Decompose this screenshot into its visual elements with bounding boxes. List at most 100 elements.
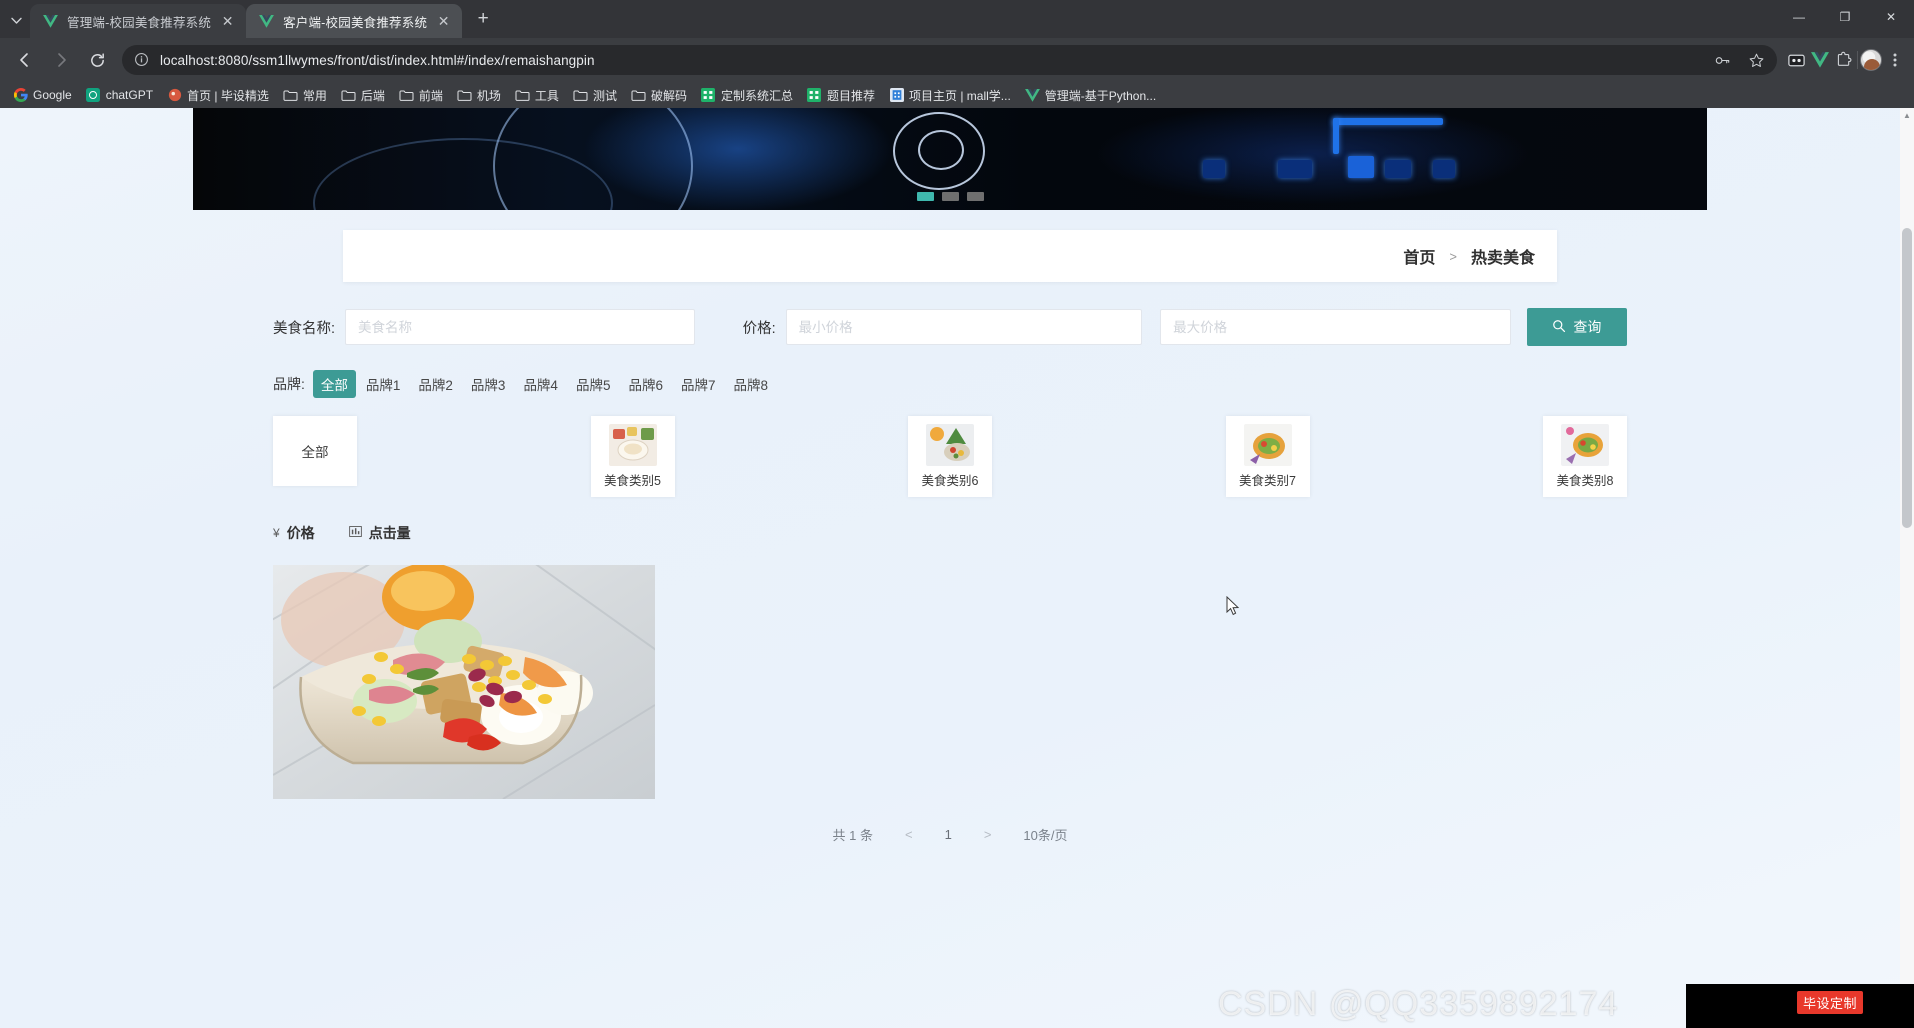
bookmark-folder-ceshi[interactable]: 测试 [566,84,624,107]
close-icon[interactable]: ✕ [435,13,452,30]
folder-icon [283,88,298,103]
folder-icon [631,88,646,103]
maximize-icon[interactable]: ❐ [1822,0,1868,34]
reading-list-icon[interactable] [1785,49,1807,71]
bookmark-label: 常用 [302,88,327,103]
sort-by-clicks[interactable]: 点击量 [348,523,411,543]
vue-devtools-icon[interactable] [1809,49,1831,71]
address-bar[interactable]: localhost:8080/ssm1llwymes/front/dist/in… [122,45,1777,75]
pagination-page-1[interactable]: 1 [945,827,952,842]
carousel-indicators[interactable] [193,192,1707,201]
bookmark-python-admin[interactable]: 管理端-基于Python... [1018,84,1163,107]
bookmark-label: Google [33,88,72,102]
scroll-up-icon[interactable]: ▲ [1900,108,1914,122]
brand-chip-6[interactable]: 品牌6 [620,370,671,398]
vue-logo-icon [1024,88,1040,103]
bookmark-google[interactable]: Google [6,85,79,106]
bookmark-folder-changyong[interactable]: 常用 [276,84,334,107]
info-circle-icon[interactable] [134,52,150,68]
browser-window: 管理端-校园美食推荐系统 ✕ 客户端-校园美食推荐系统 ✕ + — ❐ ✕ lo… [0,0,1914,1028]
bookmark-label: 管理端-基于Python... [1044,88,1157,103]
category-row: 全部 美食类别5 美食类别6 美食类别7 美食类别8 [273,416,1627,497]
browser-tab-client[interactable]: 客户端-校园美食推荐系统 ✕ [246,4,463,38]
avatar[interactable] [1860,49,1882,71]
price-min-input[interactable] [785,309,1143,345]
carousel-dot-1[interactable] [916,192,934,201]
pagination-prev[interactable]: < [903,827,915,842]
bookmark-label: 机场 [476,88,501,103]
bookmark-label: 后端 [360,88,385,103]
tab-title: 管理端-校园美食推荐系统 [67,15,212,30]
star-icon[interactable] [1745,49,1767,71]
brand-chip-7[interactable]: 品牌7 [673,370,724,398]
category-card-5[interactable]: 美食类别5 [590,416,675,497]
tab-search-button[interactable] [2,5,30,35]
bookmark-mall[interactable]: 项目主页 | mall学... [882,84,1018,107]
close-icon[interactable]: ✕ [219,13,236,30]
category-card-8[interactable]: 美食类别8 [1543,416,1627,497]
category-card-6[interactable]: 美食类别6 [908,416,992,497]
food-name-input[interactable] [345,309,695,345]
sort-by-price[interactable]: ¥ 价格 [273,523,315,543]
browser-tab-admin[interactable]: 管理端-校园美食推荐系统 ✕ [30,4,247,38]
carousel-dot-2[interactable] [941,192,959,201]
google-icon [13,88,28,103]
sort-price-label: 价格 [286,525,315,541]
pagination-next[interactable]: > [982,827,994,842]
goods-card[interactable] [273,565,655,799]
search-button[interactable]: 查询 [1526,308,1627,346]
bookmark-label: 测试 [592,88,617,103]
forward-icon[interactable] [44,43,78,77]
bookmark-folder-jichang[interactable]: 机场 [450,84,508,107]
bookmark-label: 定制系统汇总 [720,88,793,103]
site-icon [167,88,182,103]
bookmark-timutuijian[interactable]: 题目推荐 [800,84,882,107]
search-icon [1552,319,1566,336]
brand-filter-row: 品牌: 全部 品牌1 品牌2 品牌3 品牌4 品牌5 品牌6 品牌7 品牌8 [273,370,1627,398]
yen-icon: ¥ [273,526,280,540]
bookmark-folder-houduan[interactable]: 后端 [334,84,392,107]
brand-chip-8[interactable]: 品牌8 [726,370,777,398]
new-tab-button[interactable]: + [468,4,498,34]
breadcrumb-home[interactable]: 首页 [1403,244,1435,268]
close-window-icon[interactable]: ✕ [1868,0,1914,34]
browser-toolbar: localhost:8080/ssm1llwymes/front/dist/in… [0,38,1914,82]
bookmark-label: chatGPT [105,88,154,102]
bookmark-dingzhi[interactable]: 定制系统汇总 [694,84,800,107]
category-card-all[interactable]: 全部 [273,416,357,486]
bookmark-homepage[interactable]: 首页 | 毕设精选 [160,84,276,107]
bookmark-folder-gongju[interactable]: 工具 [508,84,566,107]
goods-image[interactable] [273,565,655,799]
price-max-input[interactable] [1160,309,1511,345]
profile-avatar-icon[interactable] [1860,49,1882,71]
scrollbar-thumb[interactable] [1902,228,1912,528]
category-card-7[interactable]: 美食类别7 [1225,416,1310,497]
url-text: localhost:8080/ssm1llwymes/front/dist/in… [160,52,595,68]
brand-chip-3[interactable]: 品牌3 [463,370,514,398]
pagination: 共 1 条 < 1 > 10条/页 [273,825,1627,844]
carousel-dot-3[interactable] [966,192,984,201]
minimize-icon[interactable]: — [1776,0,1822,34]
brand-chip-2[interactable]: 品牌2 [410,370,461,398]
brand-chip-5[interactable]: 品牌5 [568,370,619,398]
bookmark-folder-qianduan[interactable]: 前端 [392,84,450,107]
category-thumbnail [926,424,974,466]
brand-chip-1[interactable]: 品牌1 [358,370,409,398]
scroll-down-icon[interactable]: ▼ [1900,1014,1914,1028]
hero-carousel[interactable] [193,108,1707,210]
category-thumbnail [1561,424,1609,466]
kebab-menu-icon[interactable] [1884,49,1906,71]
extensions-puzzle-icon[interactable] [1833,49,1855,71]
reload-icon[interactable] [80,43,114,77]
brand-chip-all[interactable]: 全部 [312,370,356,398]
vertical-scrollbar[interactable]: ▲ ▼ [1900,108,1914,1028]
bookmark-chatgpt[interactable]: chatGPT [79,85,160,106]
back-icon[interactable] [8,43,42,77]
bookmark-label: 工具 [534,88,559,103]
pagination-page-size[interactable]: 10条/页 [1023,825,1067,844]
brand-chip-4[interactable]: 品牌4 [515,370,566,398]
bookmark-folder-pojiema[interactable]: 破解码 [624,84,694,107]
page-viewport: 首页 > 热卖美食 美食名称: 价格: 查询 品牌: [0,108,1914,1028]
key-icon[interactable] [1711,49,1733,71]
bookmark-label: 项目主页 | mall学... [909,88,1011,103]
